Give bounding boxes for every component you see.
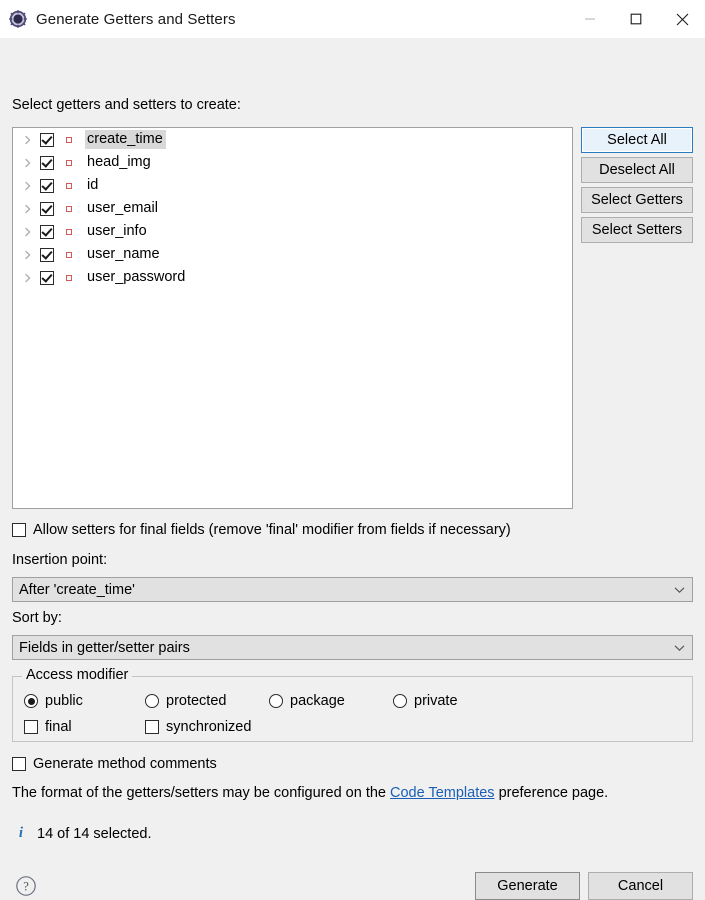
allow-setters-final-fields-checkbox[interactable]: Allow setters for final fields (remove '…	[12, 522, 511, 538]
checkbox-synchronized-box[interactable]	[145, 720, 159, 734]
radio-private-dot[interactable]	[393, 694, 407, 708]
tree-row-label: user_name	[87, 246, 160, 262]
format-note-prefix: The format of the getters/setters may be…	[12, 785, 391, 801]
checkbox-final-box[interactable]	[24, 720, 38, 734]
access-modifier-group: Access modifier public protected package…	[12, 667, 693, 742]
radio-public[interactable]: public	[24, 693, 83, 709]
tree-row-label: user_email	[87, 200, 158, 216]
tree-row[interactable]: user_info	[13, 220, 572, 243]
field-icon	[62, 202, 76, 216]
radio-package-label: package	[290, 693, 345, 709]
sort-by-combo[interactable]: Fields in getter/setter pairs	[12, 635, 693, 660]
tree-row-label: id	[87, 177, 99, 193]
chevron-right-icon[interactable]	[20, 201, 36, 217]
radio-protected[interactable]: protected	[145, 693, 226, 709]
status-text: 14 of 14 selected.	[37, 825, 152, 842]
tree-row-label: user_info	[87, 223, 147, 239]
radio-package-dot[interactable]	[269, 694, 283, 708]
field-icon	[62, 248, 76, 262]
radio-protected-dot[interactable]	[145, 694, 159, 708]
tree-row-checkbox[interactable]	[40, 132, 54, 147]
insertion-point-value: After 'create_time'	[19, 581, 135, 598]
select-all-button[interactable]: Select All	[581, 127, 693, 153]
minimize-button[interactable]	[567, 0, 613, 38]
deselect-all-button[interactable]: Deselect All	[581, 157, 693, 183]
insertion-point-combo[interactable]: After 'create_time'	[12, 577, 693, 602]
dialog-body: Select getters and setters to create: cr…	[0, 39, 705, 900]
cancel-button[interactable]: Cancel	[588, 872, 693, 900]
format-note-suffix: preference page.	[494, 785, 609, 801]
radio-protected-label: protected	[166, 693, 227, 709]
tree-row-checkbox[interactable]	[40, 270, 54, 285]
tree-row[interactable]: user_password	[13, 266, 572, 289]
tree-row-checkbox[interactable]	[40, 224, 54, 239]
tree-row-checkbox[interactable]	[40, 155, 54, 170]
field-icon	[62, 225, 76, 239]
info-icon: i	[18, 825, 24, 841]
tree-row[interactable]: head_img	[13, 151, 572, 174]
chevron-right-icon[interactable]	[20, 178, 36, 194]
insertion-point-label: Insertion point:	[12, 552, 108, 568]
checkbox-final-label: final	[45, 719, 72, 735]
radio-private[interactable]: private	[393, 693, 458, 709]
tree-row-checkbox[interactable]	[40, 178, 54, 193]
sort-by-value: Fields in getter/setter pairs	[19, 639, 190, 656]
field-icon	[62, 156, 76, 170]
generate-button[interactable]: Generate	[475, 872, 580, 900]
radio-private-label: private	[414, 693, 458, 709]
tree-row[interactable]: create_time	[13, 128, 572, 151]
checkbox-synchronized[interactable]: synchronized	[145, 719, 251, 735]
help-icon[interactable]: ?	[15, 875, 37, 897]
chevron-right-icon[interactable]	[20, 270, 36, 286]
allow-setters-checkbox-box[interactable]	[12, 523, 26, 537]
title-bar: Generate Getters and Setters	[0, 0, 705, 39]
chevron-down-icon[interactable]	[666, 578, 692, 601]
sort-by-label: Sort by:	[12, 610, 62, 626]
generate-comments-checkbox-box[interactable]	[12, 757, 26, 771]
tree-row-label: user_password	[87, 269, 186, 285]
tree-section-label: Select getters and setters to create:	[12, 97, 241, 113]
window-title: Generate Getters and Setters	[36, 10, 236, 28]
tree-row-label: create_time	[85, 130, 166, 149]
close-button[interactable]	[659, 0, 705, 38]
select-getters-button[interactable]: Select Getters	[581, 187, 693, 213]
tree-row[interactable]: user_email	[13, 197, 572, 220]
checkbox-synchronized-label: synchronized	[166, 719, 252, 735]
radio-public-dot[interactable]	[24, 694, 38, 708]
generate-method-comments-checkbox[interactable]: Generate method comments	[12, 756, 217, 772]
tree-row-label: head_img	[87, 154, 151, 170]
format-note: The format of the getters/setters may be…	[12, 785, 608, 801]
chevron-right-icon[interactable]	[20, 247, 36, 263]
code-templates-link[interactable]: Code Templates	[390, 785, 495, 801]
svg-text:?: ?	[23, 880, 29, 894]
maximize-button[interactable]	[613, 0, 659, 38]
tree-row-checkbox[interactable]	[40, 247, 54, 262]
chevron-right-icon[interactable]	[20, 132, 36, 148]
chevron-right-icon[interactable]	[20, 155, 36, 171]
tree-row[interactable]: id	[13, 174, 572, 197]
radio-public-label: public	[45, 693, 83, 709]
radio-package[interactable]: package	[269, 693, 345, 709]
tree-row[interactable]: user_name	[13, 243, 572, 266]
status-row: i 14 of 14 selected.	[14, 825, 152, 842]
access-modifier-title: Access modifier	[22, 667, 133, 683]
chevron-right-icon[interactable]	[20, 224, 36, 240]
chevron-down-icon[interactable]	[666, 636, 692, 659]
allow-setters-label: Allow setters for final fields (remove '…	[33, 522, 511, 538]
tree-actions: Select All Deselect All Select Getters Sele…	[581, 127, 693, 247]
fields-tree[interactable]: create_time head_imgid user_email user_info…	[12, 127, 573, 509]
field-icon	[62, 179, 76, 193]
eclipse-icon	[9, 10, 27, 28]
window-controls	[567, 0, 705, 38]
select-setters-button[interactable]: Select Setters	[581, 217, 693, 243]
generate-comments-label: Generate method comments	[33, 756, 217, 772]
field-icon	[62, 271, 76, 285]
field-icon	[62, 133, 76, 147]
checkbox-final[interactable]: final	[24, 719, 72, 735]
tree-row-checkbox[interactable]	[40, 201, 54, 216]
